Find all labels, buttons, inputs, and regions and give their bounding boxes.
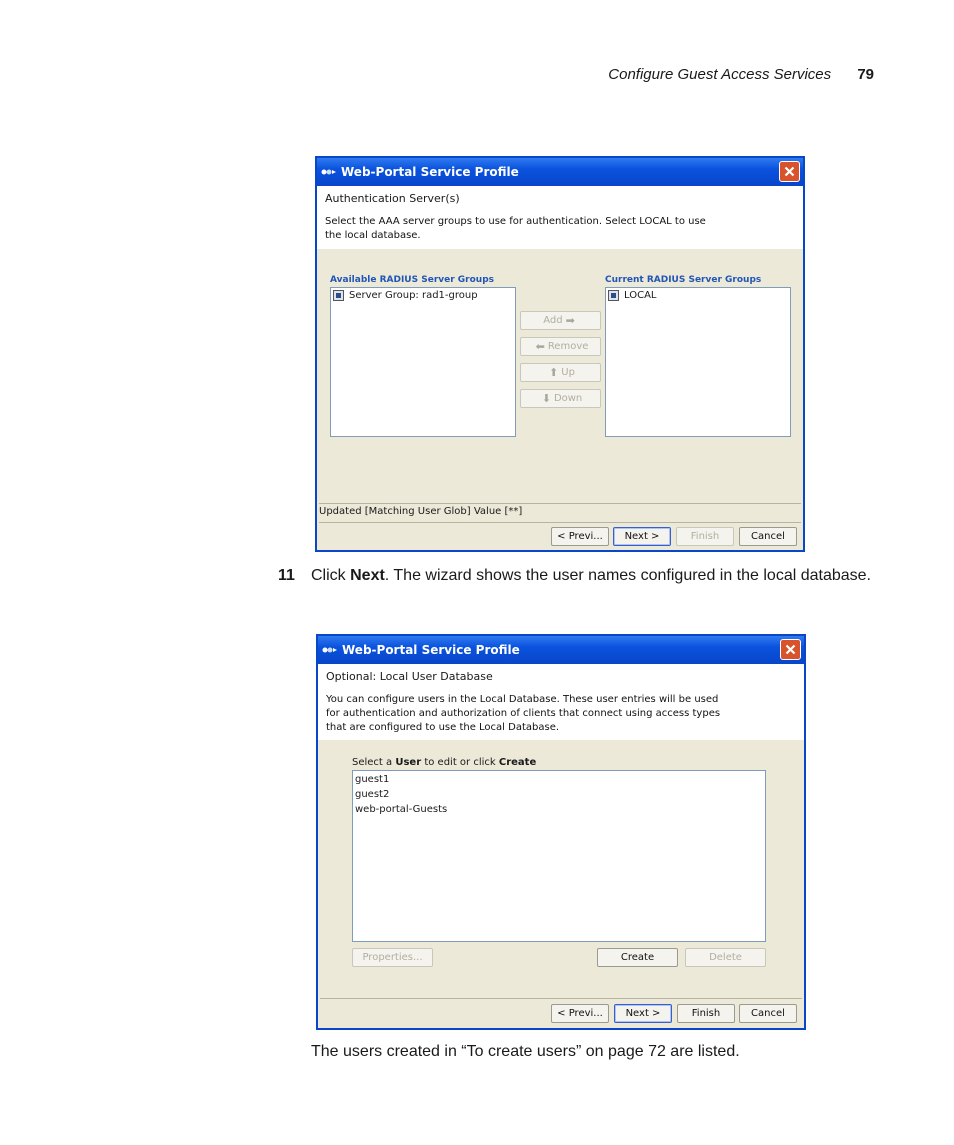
window-title: Web-Portal Service Profile bbox=[342, 643, 520, 657]
step-description-line: that are configured to use the Local Dat… bbox=[326, 722, 560, 733]
create-button[interactable]: Create bbox=[597, 948, 678, 967]
title-bar: Web-Portal Service Profile bbox=[318, 636, 804, 664]
cancel-button[interactable]: Cancel bbox=[739, 1004, 797, 1023]
available-groups-list[interactable]: Server Group: rad1-group bbox=[330, 287, 516, 437]
dialog-local-user-database: Web-Portal Service Profile Optional: Loc… bbox=[316, 634, 806, 1030]
current-groups-label: Current RADIUS Server Groups bbox=[605, 275, 762, 285]
arrow-down-icon: ⬇ bbox=[541, 392, 551, 405]
header-panel: Optional: Local User Database You can co… bbox=[318, 664, 804, 740]
step-heading: Optional: Local User Database bbox=[326, 670, 493, 683]
divider bbox=[319, 522, 801, 523]
next-button[interactable]: Next > bbox=[614, 1004, 672, 1023]
delete-button[interactable]: Delete bbox=[685, 948, 766, 967]
arrow-left-icon: ⬅ bbox=[535, 340, 545, 353]
add-button[interactable]: Add ➡ bbox=[520, 311, 601, 330]
step-text: Click Next. The wizard shows the user na… bbox=[311, 567, 871, 584]
header-panel: Authentication Server(s) Select the AAA … bbox=[317, 186, 803, 249]
status-text: Updated [Matching User Glob] Value [**] bbox=[319, 506, 523, 517]
step-number: 11 bbox=[278, 567, 295, 584]
list-item[interactable]: guest1 bbox=[353, 772, 765, 787]
arrow-right-icon: ➡ bbox=[565, 314, 575, 327]
window-title: Web-Portal Service Profile bbox=[341, 165, 519, 179]
next-button[interactable]: Next > bbox=[613, 527, 671, 546]
users-list[interactable]: guest1 guest2 web-portal-Guests bbox=[352, 770, 766, 942]
page-number: 79 bbox=[857, 66, 874, 83]
section-title: Configure Guest Access Services bbox=[608, 66, 832, 83]
footer-text: The users created in “To create users” o… bbox=[311, 1043, 740, 1060]
step-description-line: for authentication and authorization of … bbox=[326, 708, 721, 719]
select-user-hint: Select a User to edit or click Create bbox=[352, 757, 537, 768]
list-item[interactable]: web-portal-Guests bbox=[353, 802, 765, 817]
app-icon bbox=[321, 166, 337, 178]
divider bbox=[319, 503, 801, 504]
step-description-line: the local database. bbox=[325, 230, 421, 241]
step-heading: Authentication Server(s) bbox=[325, 192, 460, 205]
properties-button[interactable]: Properties... bbox=[352, 948, 433, 967]
finish-button[interactable]: Finish bbox=[676, 527, 734, 546]
server-group-icon bbox=[608, 290, 619, 301]
list-item[interactable]: Server Group: rad1-group bbox=[331, 288, 515, 303]
cancel-button[interactable]: Cancel bbox=[739, 527, 797, 546]
previous-button[interactable]: < Previ... bbox=[551, 1004, 609, 1023]
finish-button[interactable]: Finish bbox=[677, 1004, 735, 1023]
remove-button[interactable]: ⬅ Remove bbox=[520, 337, 601, 356]
arrow-up-icon: ⬆ bbox=[549, 366, 559, 379]
list-item[interactable]: guest2 bbox=[353, 787, 765, 802]
dialog-authentication-servers: Web-Portal Service Profile Authenticatio… bbox=[315, 156, 805, 552]
server-group-icon bbox=[333, 290, 344, 301]
down-button[interactable]: ⬇ Down bbox=[520, 389, 601, 408]
previous-button[interactable]: < Previ... bbox=[551, 527, 609, 546]
up-button[interactable]: ⬆ Up bbox=[520, 363, 601, 382]
available-groups-label: Available RADIUS Server Groups bbox=[330, 275, 495, 285]
step-description-line: You can configure users in the Local Dat… bbox=[326, 694, 719, 705]
divider bbox=[320, 998, 802, 999]
title-bar: Web-Portal Service Profile bbox=[317, 158, 803, 186]
current-groups-list[interactable]: LOCAL bbox=[605, 287, 791, 437]
page-header: Configure Guest Access Services 79 bbox=[608, 66, 874, 83]
close-icon[interactable] bbox=[780, 639, 801, 660]
next-emphasis: Next bbox=[350, 567, 385, 584]
close-icon[interactable] bbox=[779, 161, 800, 182]
list-item[interactable]: LOCAL bbox=[606, 288, 790, 303]
step-description-line: Select the AAA server groups to use for … bbox=[325, 216, 706, 227]
app-icon bbox=[322, 644, 338, 656]
